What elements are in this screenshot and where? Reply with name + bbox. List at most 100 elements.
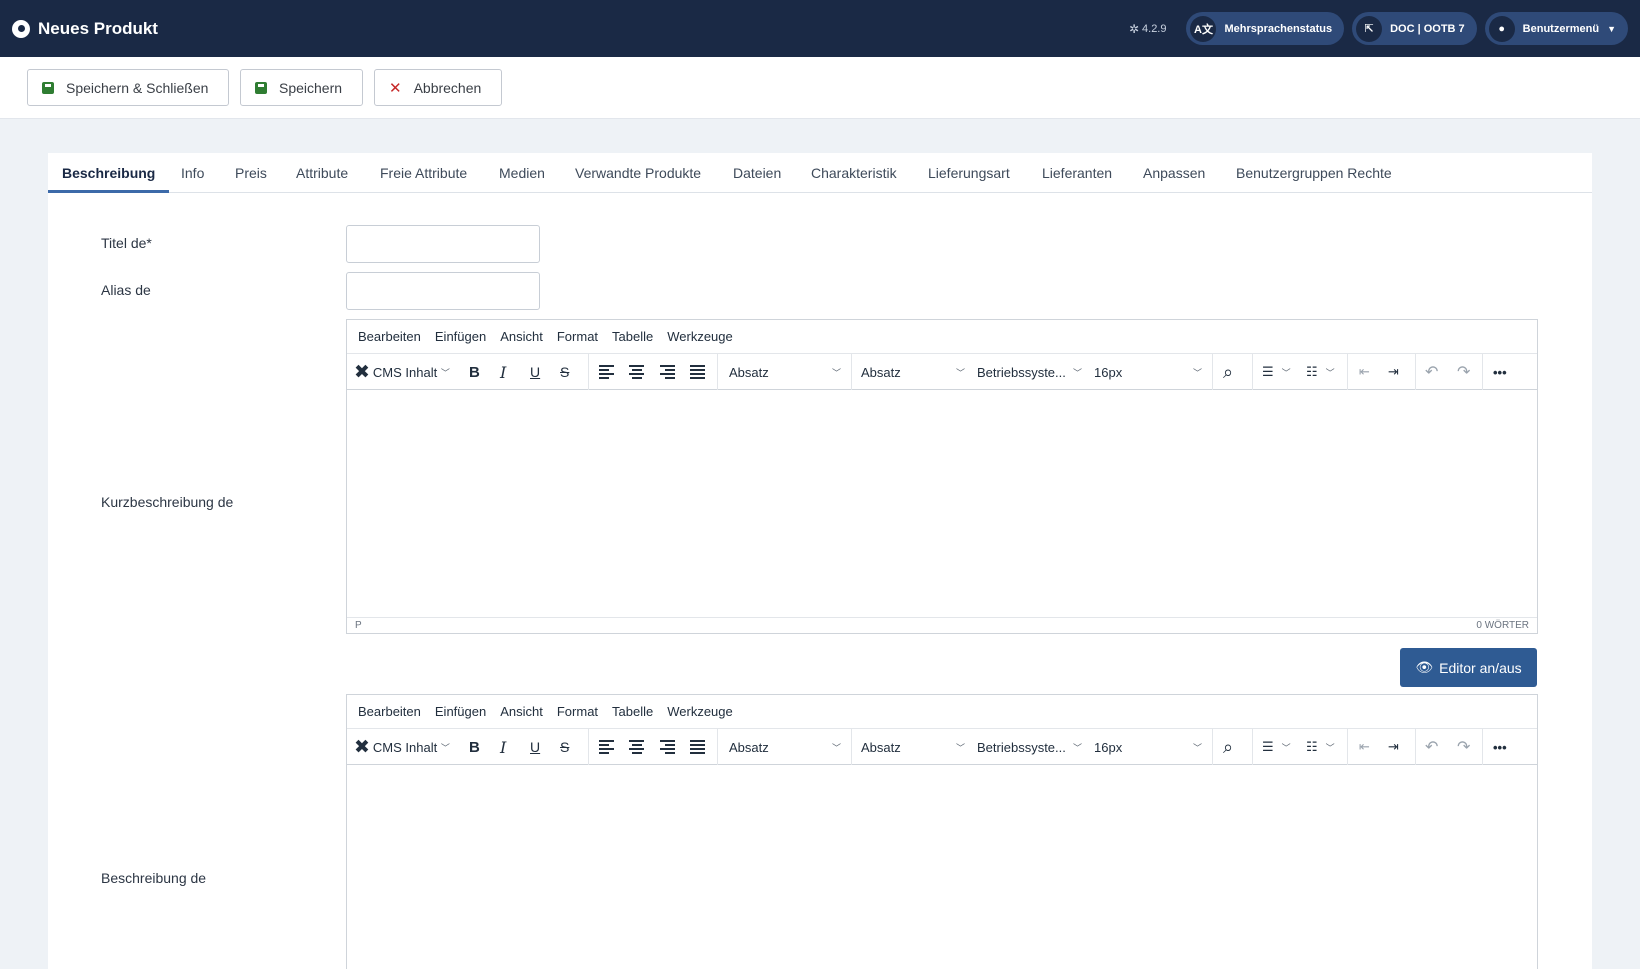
menu-bearbeiten[interactable]: Bearbeiten [358,329,421,344]
tab-attribute[interactable]: Attribute [296,153,348,193]
joomla-icon: ✲ [1128,21,1140,36]
editor-menubar: Bearbeiten Einfügen Ansicht Format Tabel… [347,320,1537,354]
italic-button[interactable]: I [500,729,506,765]
menu-tabelle[interactable]: Tabelle [612,704,653,719]
bold-button[interactable]: B [469,729,480,765]
search-button[interactable]: ⌕ [1223,729,1233,765]
indent-button[interactable]: ⇥ [1388,729,1399,765]
more-button[interactable]: ••• [1493,354,1507,390]
align-justify-button[interactable] [690,354,705,390]
save-close-button[interactable]: Speichern & Schließen [27,69,229,106]
undo-button[interactable]: ↶ [1425,354,1438,390]
menu-bearbeiten[interactable]: Bearbeiten [358,704,421,719]
align-right-button[interactable] [660,729,675,765]
doc-site-button[interactable]: ⇱ DOC | OOTB 7 [1352,12,1477,45]
separator [1482,729,1483,765]
tab-lieferungsart[interactable]: Lieferungsart [928,153,1010,193]
numbered-list-button[interactable]: ☷ ﹀ [1306,354,1335,390]
chevron-down-icon: ﹀ [1192,367,1202,378]
editor-content-area[interactable] [347,765,1537,969]
undo-icon: ↶ [1425,364,1439,381]
font-family-select[interactable]: Betriebssyste... ﹀ [977,729,1082,765]
redo-button[interactable]: ↷ [1457,354,1470,390]
block-format-select[interactable]: Absatz ﹀ [729,729,841,765]
strikethrough-button[interactable]: S [560,354,569,390]
menu-ansicht[interactable]: Ansicht [500,704,543,719]
align-left-icon [599,740,614,754]
search-icon: ⌕ [1223,361,1234,382]
action-toolbar: Speichern & Schließen Speichern ✕ Abbrec… [0,57,1640,119]
undo-icon: ↶ [1425,739,1439,756]
align-left-button[interactable] [599,354,614,390]
tab-freie-attribute[interactable]: Freie Attribute [380,153,467,193]
description-label: Beschreibung de [101,870,207,886]
align-justify-button[interactable] [690,729,705,765]
save-button[interactable]: Speichern [240,69,363,106]
font-family-select[interactable]: Betriebssyste... ﹀ [977,354,1082,390]
menu-einfuegen[interactable]: Einfügen [435,704,486,719]
strikethrough-button[interactable]: S [560,729,569,765]
toggle-editor-button[interactable]: 👁 Editor an/aus [1400,648,1537,687]
tab-verwandte-produkte[interactable]: Verwandte Produkte [575,153,701,193]
align-right-button[interactable] [660,354,675,390]
multilang-status-button[interactable]: A文 Mehrsprachenstatus [1186,12,1345,45]
redo-icon: ↷ [1457,739,1471,756]
underline-button[interactable]: U [530,354,540,390]
underline-button[interactable]: U [530,729,540,765]
tab-medien[interactable]: Medien [499,153,545,193]
menu-format[interactable]: Format [557,329,598,344]
align-center-button[interactable] [629,729,644,765]
chevron-down-icon: ﹀ [1072,367,1082,378]
tab-dateien[interactable]: Dateien [733,153,781,193]
align-center-button[interactable] [629,354,644,390]
undo-button[interactable]: ↶ [1425,729,1438,765]
block-format-select[interactable]: Absatz ﹀ [729,354,841,390]
align-justify-icon [690,365,705,379]
tab-preis[interactable]: Preis [235,153,267,193]
bullet-list-button[interactable]: ☰ ﹀ [1262,354,1291,390]
tab-benutzergruppen-rechte[interactable]: Benutzergruppen Rechte [1236,153,1392,193]
style-format-select[interactable]: Absatz ﹀ [861,729,965,765]
cms-content-dropdown[interactable]: ✖ CMS Inhalt ﹀ [354,729,450,765]
cancel-button[interactable]: ✕ Abbrechen [374,69,502,106]
tab-anpassen[interactable]: Anpassen [1143,153,1205,193]
italic-button[interactable]: I [500,354,506,390]
menu-ansicht[interactable]: Ansicht [500,329,543,344]
search-button[interactable]: ⌕ [1223,354,1233,390]
menu-tabelle[interactable]: Tabelle [612,329,653,344]
chevron-down-icon: ﹀ [831,742,841,753]
title-input[interactable] [346,225,540,263]
outdent-button[interactable]: ⇤ [1359,729,1370,765]
joomla-logo-icon[interactable] [12,19,30,38]
tab-beschreibung[interactable]: Beschreibung [48,153,170,193]
tab-charakteristik[interactable]: Charakteristik [811,153,897,193]
menu-werkzeuge[interactable]: Werkzeuge [667,704,733,719]
tab-info[interactable]: Info [181,153,204,193]
bold-button[interactable]: B [469,354,480,390]
cms-content-dropdown[interactable]: ✖ CMS Inhalt ﹀ [354,354,450,390]
separator [1252,729,1253,765]
style-format-select[interactable]: Absatz ﹀ [861,354,965,390]
redo-button[interactable]: ↷ [1457,729,1470,765]
menu-werkzeuge[interactable]: Werkzeuge [667,329,733,344]
chevron-down-icon: ﹀ [1281,367,1291,378]
indent-button[interactable]: ⇥ [1388,354,1399,390]
menu-einfuegen[interactable]: Einfügen [435,329,486,344]
alias-label: Alias de [101,282,151,298]
chevron-down-icon: ﹀ [1325,742,1335,753]
font-size-select[interactable]: 16px ﹀ [1094,729,1202,765]
user-menu-button[interactable]: ● Benutzermenü ▼ [1484,12,1628,45]
separator [717,729,718,765]
editor-content-area[interactable] [347,390,1537,617]
font-size-select[interactable]: 16px ﹀ [1094,354,1202,390]
more-button[interactable]: ••• [1493,729,1507,765]
alias-input[interactable] [346,272,540,310]
numbered-list-button[interactable]: ☷ ﹀ [1306,729,1335,765]
separator [851,354,852,390]
menu-format[interactable]: Format [557,704,598,719]
element-path[interactable]: P [355,620,362,631]
outdent-button[interactable]: ⇤ [1359,354,1370,390]
tab-lieferanten[interactable]: Lieferanten [1042,153,1112,193]
bullet-list-button[interactable]: ☰ ﹀ [1262,729,1291,765]
align-left-button[interactable] [599,729,614,765]
